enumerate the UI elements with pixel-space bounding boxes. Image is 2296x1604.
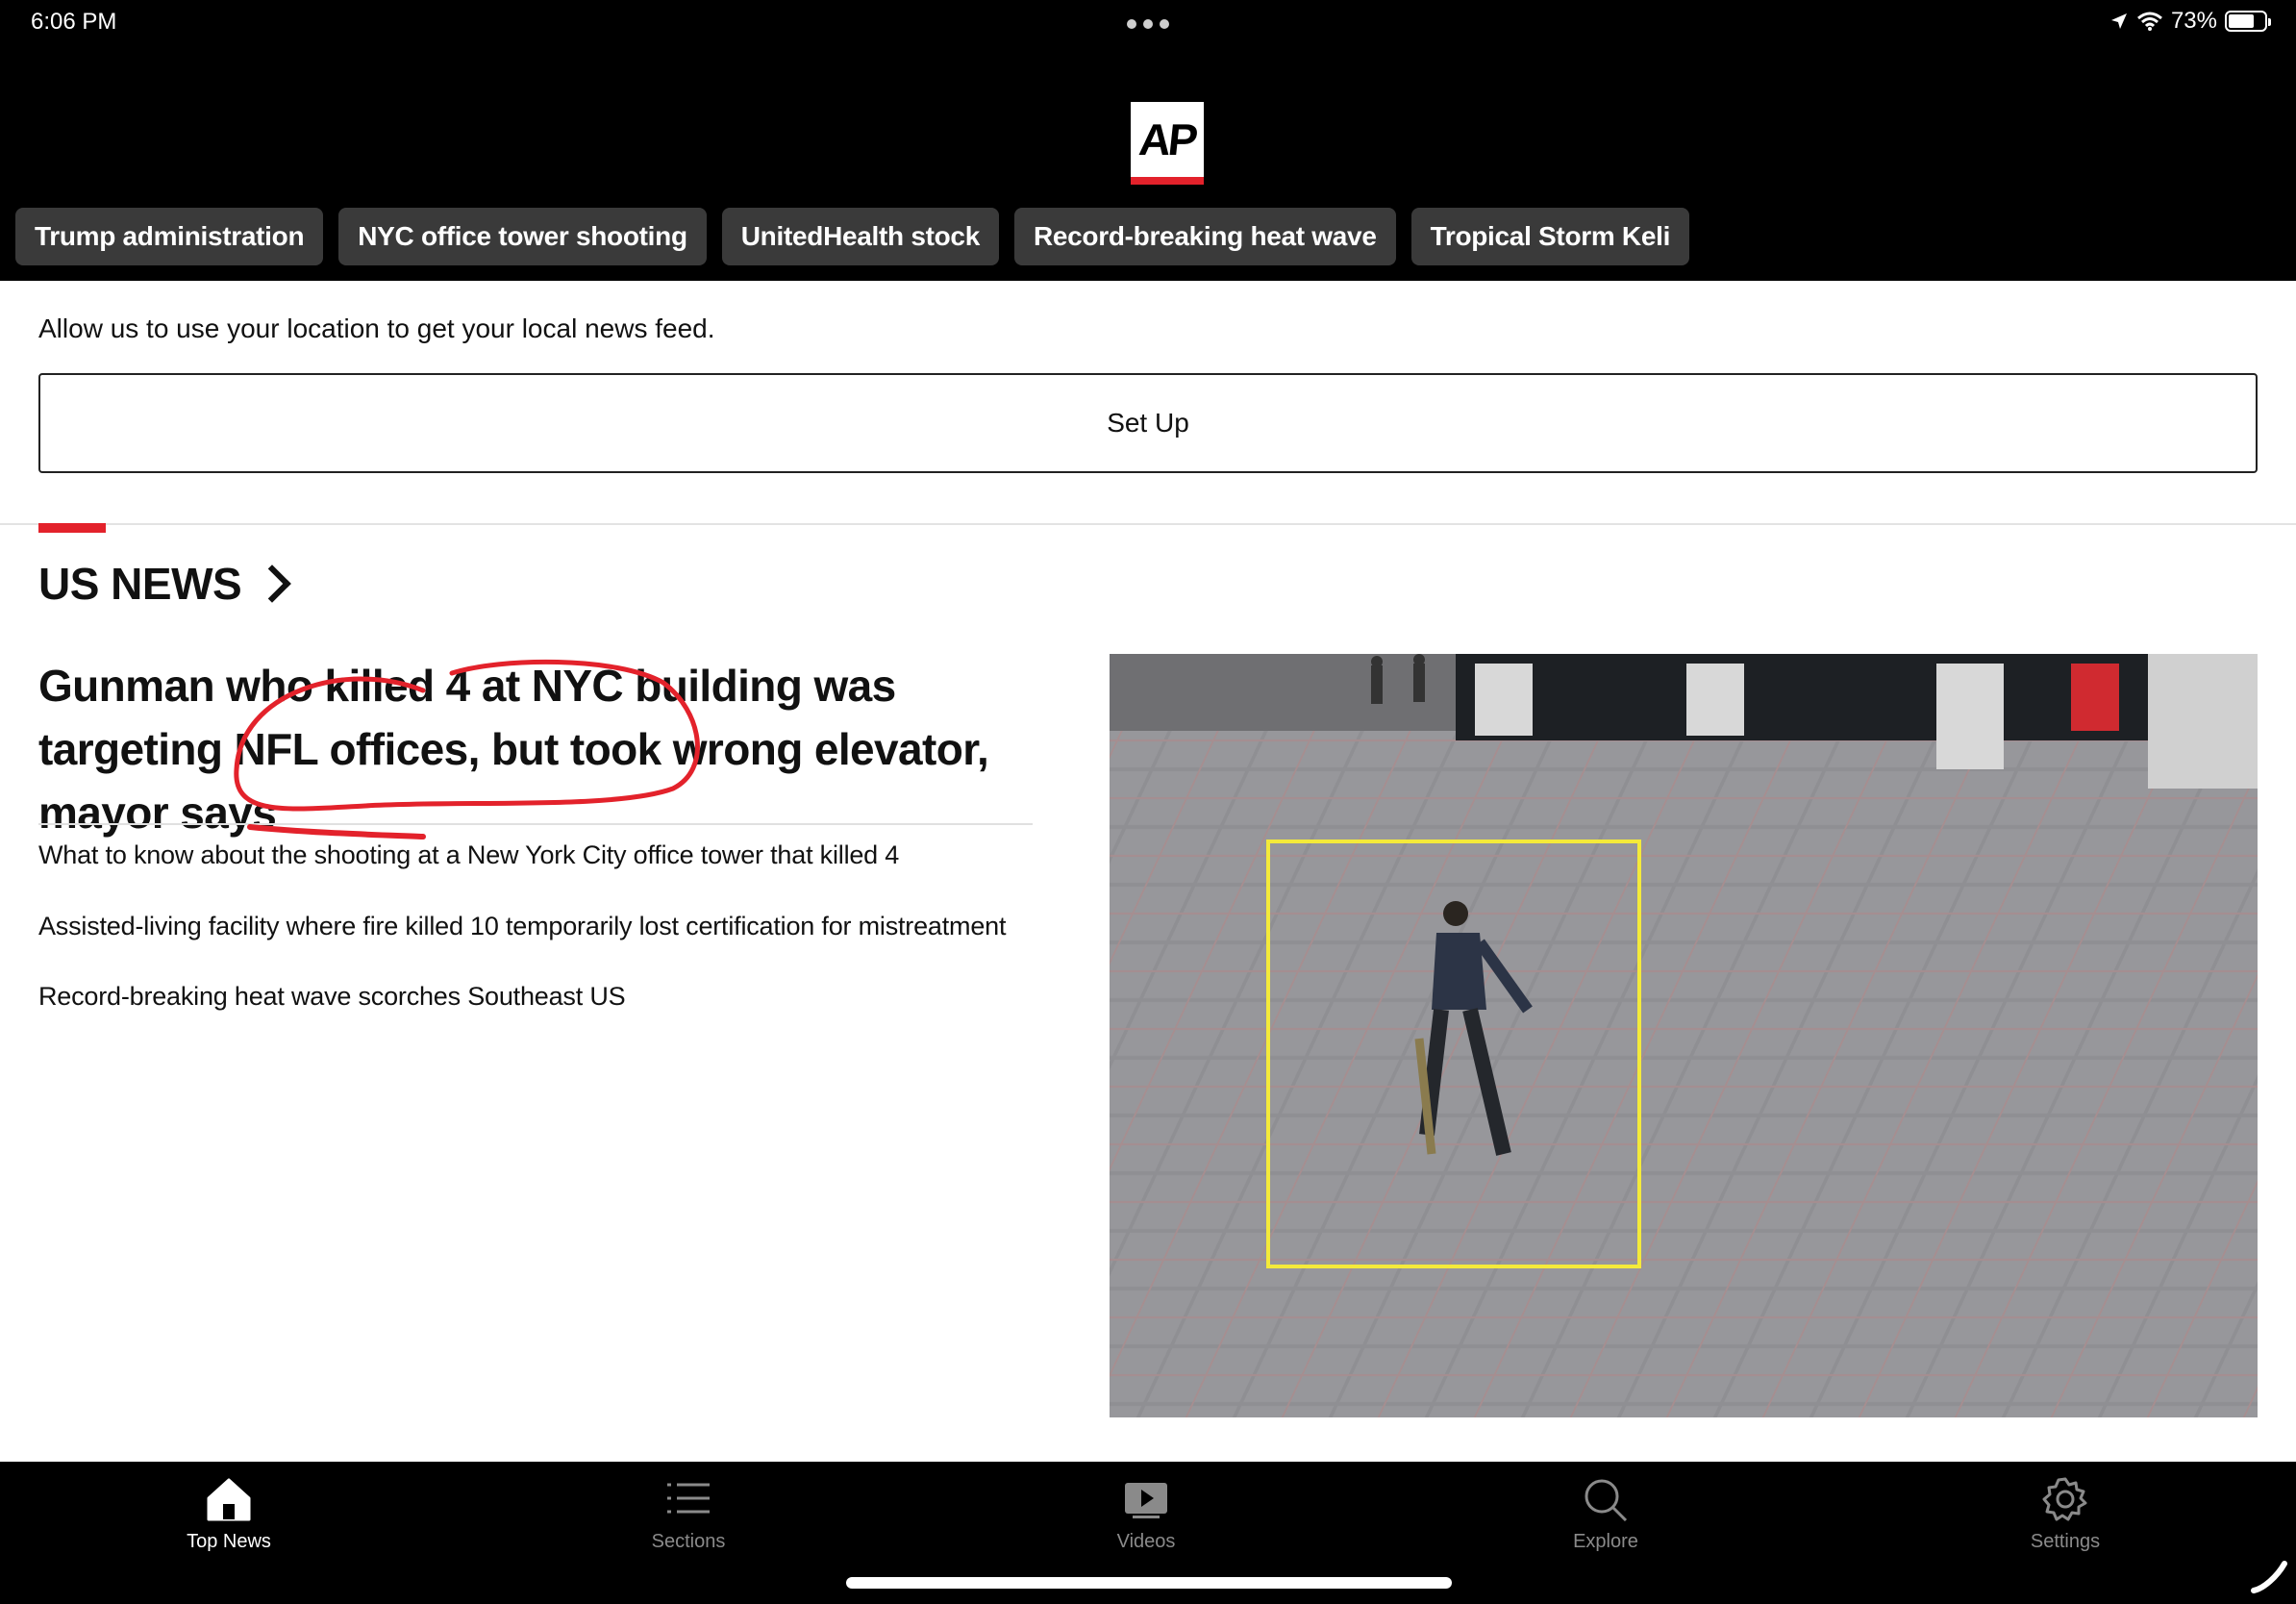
gear-icon (2042, 1477, 2087, 1521)
header-bar: 6:06 PM 73% AP Trump administration NYC … (0, 0, 2296, 281)
tab-label: Explore (1573, 1531, 1638, 1552)
battery-icon (2225, 11, 2271, 32)
location-arrow-icon (2110, 13, 2127, 29)
chip-nyc-shooting[interactable]: NYC office tower shooting (338, 208, 707, 265)
tab-top-news[interactable]: Top News (133, 1477, 325, 1553)
tab-videos[interactable]: Videos (1050, 1477, 1242, 1553)
story-link[interactable]: Assisted-living facility where fire kill… (38, 912, 1006, 941)
lead-headline[interactable]: Gunman who killed 4 at NYC building was … (38, 654, 1077, 844)
chip-tropical-storm[interactable]: Tropical Storm Keli (1410, 208, 1690, 265)
multitask-dots-icon[interactable] (1127, 19, 1169, 29)
video-icon (1125, 1483, 1167, 1518)
pencil-icon[interactable] (2250, 1560, 2288, 1594)
list-icon (667, 1483, 710, 1514)
chip-unitedhealth[interactable]: UnitedHealth stock (721, 208, 999, 265)
app-root: 6:06 PM 73% AP Trump administration NYC … (0, 0, 2296, 1604)
battery-percent: 73% (2170, 8, 2217, 34)
surveillance-image (1110, 654, 2258, 1417)
section-header[interactable]: US NEWS (38, 558, 291, 610)
story-link[interactable]: Record-breaking heat wave scorches South… (38, 982, 626, 1012)
location-prompt: Allow us to use your location to get you… (38, 313, 715, 343)
chevron-right-icon (253, 564, 291, 603)
home-indicator[interactable] (846, 1577, 1452, 1589)
wifi-icon (2136, 12, 2162, 31)
search-icon (1585, 1479, 1628, 1521)
topic-chips: Trump administration NYC office tower sh… (15, 208, 1690, 265)
tab-label: Videos (1116, 1531, 1176, 1552)
chip-heat-wave[interactable]: Record-breaking heat wave (1013, 208, 1396, 265)
setup-button[interactable]: Set Up (38, 373, 2258, 473)
section-title: US NEWS (38, 559, 242, 609)
ap-logo[interactable]: AP (1131, 102, 1204, 185)
home-icon (207, 1478, 251, 1521)
lead-photo[interactable] (1110, 654, 2258, 1417)
story-link[interactable]: What to know about the shooting at a New… (38, 840, 899, 870)
tab-explore[interactable]: Explore (1510, 1477, 1702, 1553)
status-time: 6:06 PM (31, 9, 117, 35)
tab-settings[interactable]: Settings (1969, 1477, 2161, 1553)
tab-sections[interactable]: Sections (592, 1477, 785, 1553)
status-icons: 73% (2109, 8, 2271, 35)
chip-trump-administration[interactable]: Trump administration (15, 208, 324, 265)
tab-label: Settings (2030, 1531, 2101, 1552)
section-divider (0, 523, 2296, 525)
headline-divider (38, 823, 1033, 825)
tab-label: Top News (187, 1531, 271, 1552)
tab-label: Sections (651, 1531, 726, 1552)
section-accent (38, 523, 106, 533)
